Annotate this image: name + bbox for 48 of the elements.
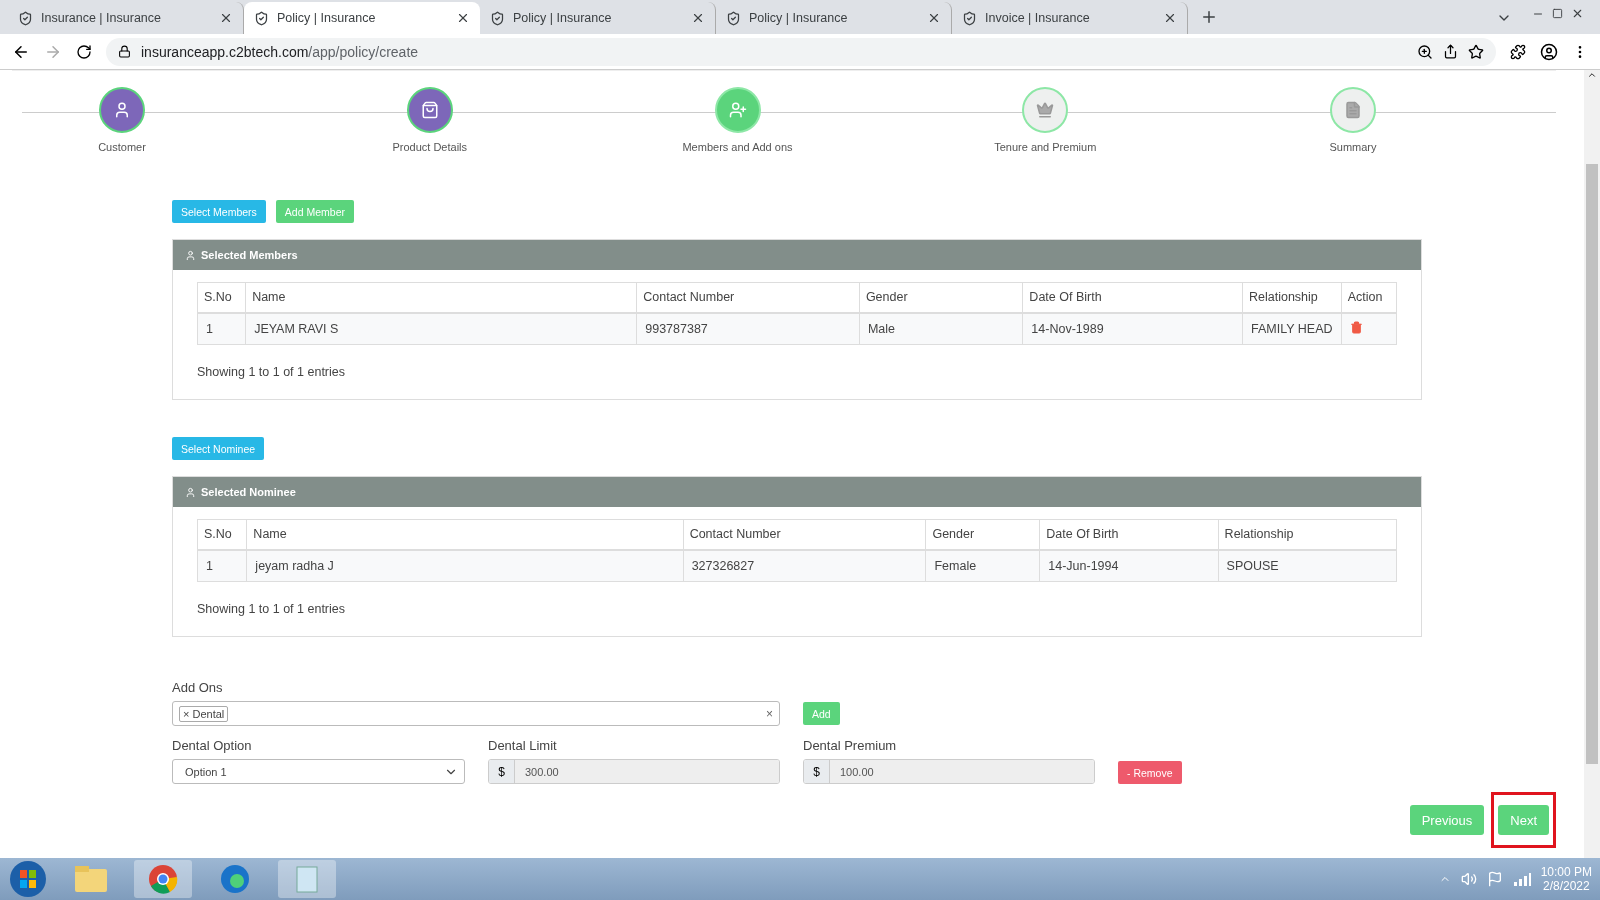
address-bar[interactable]: insuranceapp.c2btech.com/app/policy/create [106, 37, 1496, 66]
input-field: $ 100.00 [803, 759, 1095, 784]
step-label: Product Details [392, 141, 468, 153]
table-cell: SPOUSE [1218, 549, 1397, 582]
step-label: Summary [1329, 141, 1377, 153]
table-cell: 1 [197, 549, 247, 582]
select-field[interactable]: Option 1 [172, 759, 465, 784]
column-header: Gender [925, 519, 1040, 550]
column-header: Name [245, 282, 637, 313]
column-header: Relationship [1242, 282, 1342, 313]
clock-time: 10:00 PM [1540, 865, 1592, 879]
column-header: Name [246, 519, 684, 550]
field-label: Add Ons [172, 680, 224, 695]
table-cell: FAMILY HEAD [1242, 312, 1342, 345]
column-header: Relationship [1218, 519, 1397, 550]
table-cell: 14-Nov-1989 [1022, 312, 1243, 345]
table-cell: Female [925, 549, 1040, 582]
field-label: Dental Option [172, 738, 253, 753]
panel-title: Selected Nominee [201, 486, 296, 498]
panel-title: Selected Members [201, 249, 298, 261]
column-header: Contact Number [683, 519, 926, 550]
clock-date: 2/8/2022 [1542, 879, 1590, 893]
step-label: Members and Add ons [682, 141, 793, 153]
table-cell: 14-Jun-1994 [1039, 549, 1219, 582]
column-header: Date Of Birth [1022, 282, 1243, 313]
tag-input-field[interactable]: × Dental × [172, 701, 780, 726]
clear-icon[interactable]: × [766, 706, 773, 721]
table-cell: JEYAM RAVI S [245, 312, 637, 345]
column-header: Action [1341, 282, 1397, 313]
entries-info: Showing 1 to 1 of 1 entries [197, 365, 346, 379]
field-label: Dental Limit [488, 738, 558, 753]
field-label: Dental Premium [803, 738, 898, 753]
column-header: S.No [197, 519, 247, 550]
entries-info: Showing 1 to 1 of 1 entries [197, 602, 346, 616]
tag: × Dental [179, 705, 229, 722]
table-cell: 993787387 [636, 312, 860, 345]
browser-tab[interactable]: Policy | Insurance [244, 2, 480, 34]
step-label: Customer [98, 141, 146, 153]
column-header: Date Of Birth [1039, 519, 1219, 550]
column-header: S.No [197, 282, 246, 313]
table-cell: 1 [197, 312, 246, 345]
table-cell: jeyam radha J [246, 549, 684, 582]
column-header: Gender [859, 282, 1023, 313]
table-cell: Male [859, 312, 1023, 345]
column-header: Contact Number [636, 282, 860, 313]
input-field: $ 300.00 [488, 759, 780, 784]
step-label: Tenure and Premium [994, 141, 1097, 153]
table-cell: 327326827 [683, 549, 926, 582]
